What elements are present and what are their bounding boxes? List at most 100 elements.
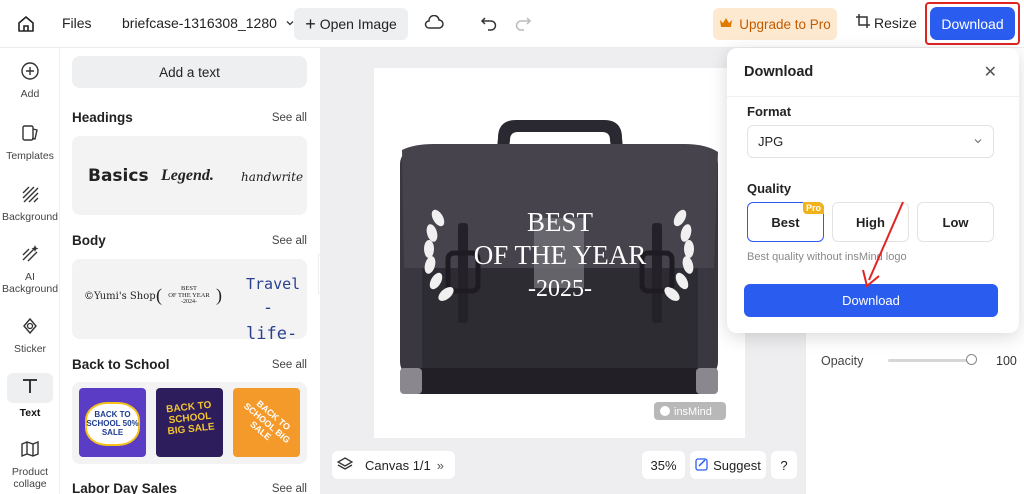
ai-background-icon — [20, 244, 40, 271]
nav-label: Sticker — [13, 343, 47, 355]
redo-icon[interactable] — [514, 14, 532, 32]
canvas-page-label[interactable]: Canvas 1/1 — [365, 458, 431, 473]
zoom-level[interactable]: 35% — [642, 451, 685, 479]
canvas-bottom-toolbar: Canvas 1/1 » — [332, 451, 455, 479]
nav-label: AI Background — [2, 271, 59, 295]
open-image-button[interactable]: + Open Image — [294, 8, 408, 40]
body-sample-travel-life[interactable]: Travel -life- — [246, 273, 301, 347]
chevron-down-icon — [973, 134, 983, 149]
body-sample-line: Travel — [246, 275, 301, 293]
quality-label: Quality — [747, 181, 792, 196]
resize-button[interactable]: Resize — [856, 14, 917, 31]
laurel-right-icon: ) — [216, 285, 222, 305]
opacity-value[interactable]: 100 — [996, 354, 1017, 368]
resize-icon — [856, 14, 870, 31]
close-icon[interactable]: ✕ — [984, 62, 997, 82]
format-value: JPG — [758, 134, 784, 149]
opacity-slider[interactable] — [888, 359, 970, 362]
back-to-school-see-all[interactable]: See all — [272, 359, 307, 371]
nav-label: Product collage — [11, 466, 49, 490]
nav-label: Text — [19, 407, 41, 419]
opacity-label: Opacity — [821, 354, 864, 368]
open-image-label: Open Image — [319, 16, 397, 32]
filename-dropdown[interactable]: briefcase-1316308_1280 — [122, 15, 295, 31]
nav-label: Add — [20, 88, 40, 100]
plus-icon: + — [305, 14, 316, 34]
school-template-2[interactable]: BACK TO SCHOOL BIG SALE — [156, 388, 223, 457]
body-card: ©Yumi's Shop BEST OF THE YEAR -2024- ( )… — [72, 259, 307, 344]
format-label: Format — [747, 104, 792, 119]
overlay-text-best: BEST — [527, 207, 594, 237]
school-template-1[interactable]: BACK TO SCHOOL 50% SALE — [79, 388, 146, 457]
help-button[interactable]: ? — [771, 451, 797, 479]
nav-add[interactable]: Add — [0, 61, 60, 100]
school-template-text: BACK TO SCHOOL 50% SALE — [86, 410, 139, 437]
headings-title: Headings — [72, 110, 133, 125]
headings-see-all[interactable]: See all — [272, 112, 307, 124]
body-sample-line: OF THE YEAR — [168, 292, 210, 299]
quality-low-button[interactable]: Low — [917, 202, 994, 242]
school-template-text: BACK TO SCHOOL BIG SALE — [165, 399, 216, 438]
watermark-text: insMind — [674, 406, 712, 418]
red-arrow-annotation — [862, 201, 904, 288]
overlay-text-year: OF THE YEAR — [474, 240, 647, 270]
labor-day-see-all[interactable]: See all — [272, 483, 307, 494]
nav-sticker[interactable]: Sticker — [0, 316, 60, 355]
download-popup: Download ✕ Format JPG Quality Best Pro H… — [727, 48, 1019, 333]
suggest-label: Suggest — [713, 457, 761, 473]
popup-title: Download — [744, 64, 814, 80]
upgrade-label: Upgrade to Pro — [739, 16, 831, 32]
heading-sample-handwrite[interactable]: handwrite — [241, 170, 303, 184]
headings-card: Basics Legend. handwrite — [72, 136, 307, 215]
plus-circle-icon — [20, 61, 40, 88]
nav-label: Background — [1, 211, 59, 223]
text-icon — [7, 373, 53, 403]
layers-icon[interactable] — [336, 456, 354, 475]
collage-icon — [20, 439, 40, 466]
nav-ai-background[interactable]: AI Background — [0, 244, 60, 295]
overlay-text-2025: -2025- — [528, 276, 592, 302]
school-template-3[interactable]: BACK TO SCHOOL BIG SALE — [233, 388, 300, 457]
templates-icon — [20, 123, 40, 150]
labor-day-title: Labor Day Sales — [72, 481, 178, 494]
suggest-button[interactable]: Suggest — [690, 451, 766, 479]
nav-templates[interactable]: Templates — [0, 123, 60, 162]
filename-label: briefcase-1316308_1280 — [122, 15, 277, 31]
body-sample-yumis-shop[interactable]: ©Yumi's Shop — [84, 291, 156, 302]
back-to-school-card: BACK TO SCHOOL 50% SALE BACK TO SCHOOL B… — [72, 382, 307, 464]
add-text-button[interactable]: Add a text — [72, 56, 307, 88]
body-sample-best-of-year[interactable]: BEST OF THE YEAR -2024- ( ) — [154, 285, 224, 306]
undo-icon[interactable] — [480, 14, 498, 32]
files-menu[interactable]: Files — [62, 15, 92, 31]
nav-background[interactable]: Background — [0, 184, 60, 223]
cloud-icon[interactable] — [424, 13, 444, 33]
nav-product-collage[interactable]: Product collage — [0, 439, 60, 490]
opacity-slider-handle[interactable] — [966, 354, 977, 365]
background-icon — [20, 184, 40, 211]
body-title: Body — [72, 233, 106, 248]
top-bar: Files briefcase-1316308_1280 + Open Imag… — [0, 0, 1024, 48]
pro-badge: Pro — [802, 202, 824, 214]
home-icon[interactable] — [14, 12, 38, 36]
upgrade-button[interactable]: Upgrade to Pro — [713, 8, 837, 40]
artboard[interactable]: BEST OF THE YEAR -2025- insMind — [374, 68, 745, 438]
quality-option-label: Best — [771, 214, 800, 230]
format-select[interactable]: JPG — [747, 125, 994, 158]
double-chevron-right-icon[interactable]: » — [437, 458, 444, 473]
suggest-icon — [695, 457, 709, 474]
nav-text[interactable]: Text — [0, 373, 60, 419]
heading-sample-legend[interactable]: Legend. — [161, 167, 214, 185]
nav-label: Templates — [6, 150, 54, 162]
sticker-icon — [20, 316, 40, 343]
body-see-all[interactable]: See all — [272, 235, 307, 247]
heading-sample-basics[interactable]: Basics — [88, 166, 149, 186]
briefcase-image: BEST OF THE YEAR -2025- insMind — [400, 120, 726, 420]
body-sample-line: BEST — [181, 285, 197, 292]
resize-label: Resize — [874, 14, 917, 31]
divider — [727, 96, 1019, 97]
text-panel: Add a text Headings See all Basics Legen… — [60, 48, 320, 494]
body-sample-line: -2024- — [181, 299, 197, 305]
download-button[interactable]: Download — [930, 7, 1015, 40]
laurel-left-icon: ( — [156, 285, 162, 305]
quality-best-button[interactable]: Best Pro — [747, 202, 824, 242]
